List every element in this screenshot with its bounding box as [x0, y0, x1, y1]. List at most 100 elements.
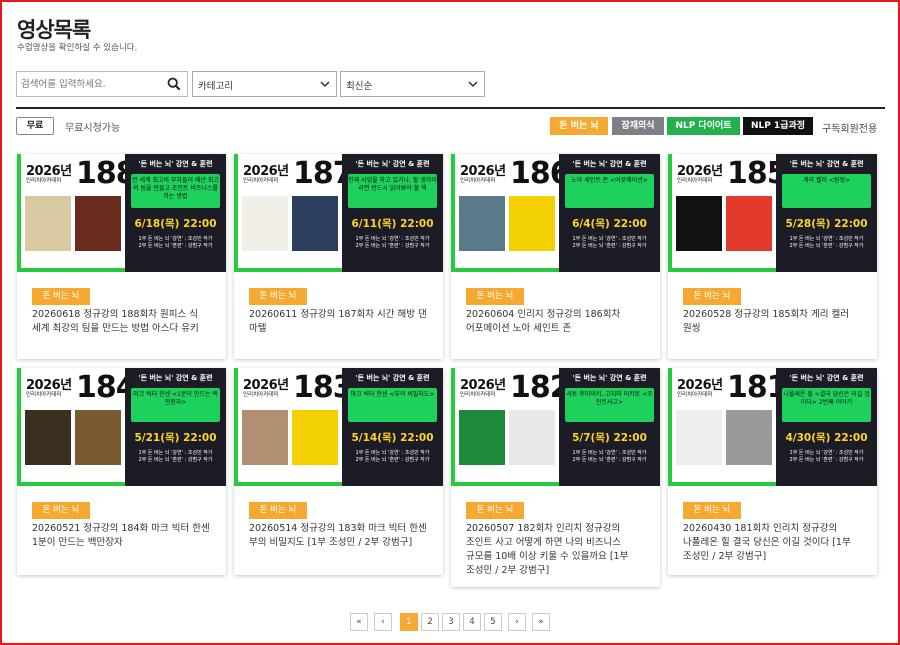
page-5-button[interactable]: 5 [484, 613, 502, 631]
divider [16, 107, 885, 109]
page-prev-button[interactable]: ‹ [374, 613, 392, 631]
video-title[interactable]: 20260604 인리지 정규강의 186회차 어포메이션 노아 세인트 존 [466, 308, 648, 336]
thumbnail-left-panel: 2026년 인리치아카데미 182 [451, 368, 571, 486]
thumbnail-academy: 인리치아카데미 [677, 392, 713, 398]
thumbnail-topic: 나폴레온 힐 <결국 당신은 이길 것이다> 2번째 이야기 [782, 388, 871, 422]
video-card[interactable]: 2026년 인리치아카데미 186 '돈 버는 뇌' 강연 & 훈련 노아 세인트 존 … [451, 154, 660, 359]
video-card[interactable]: 2026년 인리치아카데미 188 '돈 버는 뇌' 강연 & 훈련 전 세계 최고의 … [17, 154, 226, 359]
video-title[interactable]: 20260528 정규강의 185회차 게리 켈러 원씽 [683, 308, 865, 336]
thumbnail-topic: 마크 빅터 한센 <1분이 만드는 백만장자> [131, 388, 220, 422]
video-thumbnail[interactable]: 2026년 인리치아카데미 188 '돈 버는 뇌' 강연 & 훈련 전 세계 최고의 … [17, 154, 226, 272]
video-title[interactable]: 20260430 181회차 인리치 정규강의 나폴레온 힐 결국 당신은 이길… [683, 522, 865, 564]
author-photo [509, 410, 555, 465]
thumbnail-left-panel: 2026년 인리치아카데미 183 [234, 368, 354, 486]
video-title[interactable]: 20260521 정규강의 184화 마크 빅터 한센 1분이 만드는 백만장자 [32, 522, 214, 550]
subscriber-only-label: 구독회원전용 [822, 124, 878, 135]
thumbnail-left-panel: 2026년 인리치아카데미 187 [234, 154, 354, 272]
video-title[interactable]: 20260611 정규강의 187회차 시간 해방 댄 마텔 [249, 308, 431, 336]
thumbnail-left-panel: 2026년 인리치아카데미 181 [668, 368, 788, 486]
thumbnail-session-2: 2부 돈 버는 뇌 '훈련' : 강범구 작가 [138, 243, 213, 249]
thumbnail-session-1: 1부 돈 버는 뇌 '강연' : 조성민 작가 [789, 236, 864, 242]
thumbnail-heading: '돈 버는 뇌' 강연 & 훈련 [355, 374, 430, 382]
book-cover-image [25, 196, 71, 251]
thumbnail-session-1: 1부 돈 버는 뇌 '강연' : 조성민 작가 [355, 236, 430, 242]
video-card[interactable]: 2026년 인리치아카데미 187 '돈 버는 뇌' 강연 & 훈련 천재 사업을 하고… [234, 154, 443, 359]
page-2-button[interactable]: 2 [421, 613, 439, 631]
book-cover-image [242, 196, 288, 251]
video-thumbnail[interactable]: 2026년 인리치아카데미 183 '돈 버는 뇌' 강연 & 훈련마크 빅터 한센 … [234, 368, 443, 486]
video-thumbnail[interactable]: 2026년 인리치아카데미 184 '돈 버는 뇌' 강연 & 훈련마크 빅터 한센 … [17, 368, 226, 486]
thumbnail-topic: 마크 빅터 한센 <부의 비밀지도> [348, 388, 437, 422]
filter-tag-money-brain[interactable]: 돈 버는 뇌 [550, 117, 608, 135]
sort-select[interactable]: 최신순 [340, 71, 485, 97]
video-card[interactable]: 2026년 인리치아카데미 185 '돈 버는 뇌' 강연 & 훈련 게리 켈러 <원씽… [668, 154, 877, 359]
video-card[interactable]: 2026년 인리치아카데미 184 '돈 버는 뇌' 강연 & 훈련마크 빅터 한센 … [17, 368, 226, 575]
thumbnail-topic: 사토 후미아키, 고지마 미키토 <조인트사고> [565, 388, 654, 422]
video-thumbnail[interactable]: 2026년 인리치아카데미 182 '돈 버는 뇌' 강연 & 훈련 사토 후미아키, … [451, 368, 660, 486]
video-card[interactable]: 2026년 인리치아카데미 182 '돈 버는 뇌' 강연 & 훈련 사토 후미아키, … [451, 368, 660, 587]
thumbnail-session-2: 2부 돈 버는 뇌 '훈련' : 강범구 작가 [572, 243, 647, 249]
video-card[interactable]: 2026년 인리치아카데미 181 '돈 버는 뇌' 강연 & 훈련 나폴레온 힐 <결… [668, 368, 877, 575]
thumbnail-session-1: 1부 돈 버는 뇌 '강연' : 조성민 작가 [789, 450, 864, 456]
category-select[interactable]: 카테고리 [192, 71, 337, 97]
thumbnail-right-panel: '돈 버는 뇌' 강연 & 훈련 나폴레온 힐 <결국 당신은 이길 것이다> 2… [776, 368, 877, 486]
thumbnail-date: 6/18(목) 22:00 [134, 218, 217, 230]
author-photo [292, 410, 338, 465]
thumbnail-topic: 게리 켈러 <원씽> [782, 174, 871, 208]
page-first-button[interactable]: « [350, 613, 368, 631]
filter-tag-nlp-level1[interactable]: NLP 1급과정 [743, 117, 813, 135]
thumbnail-session-2: 2부 돈 버는 뇌 '훈련' : 강범구 작가 [138, 457, 213, 463]
thumbnail-left-panel: 2026년 인리치아카데미 184 [17, 368, 137, 486]
video-thumbnail[interactable]: 2026년 인리치아카데미 187 '돈 버는 뇌' 강연 & 훈련 천재 사업을 하고… [234, 154, 443, 272]
thumbnail-right-panel: '돈 버는 뇌' 강연 & 훈련마크 빅터 한센 <1분이 만드는 백만장자> 5… [125, 368, 226, 486]
chevron-down-icon [320, 81, 330, 88]
thumbnail-topic: 노아 세인트 존 <어포메이션> [565, 174, 654, 208]
thumbnail-date: 5/7(목) 22:00 [572, 432, 647, 444]
page-3-button[interactable]: 3 [442, 613, 460, 631]
category-badge: 돈 버는 뇌 [249, 502, 307, 519]
video-thumbnail[interactable]: 2026년 인리치아카데미 186 '돈 버는 뇌' 강연 & 훈련 노아 세인트 존 … [451, 154, 660, 272]
thumbnail-topic: 전 세계 최고의 부자들이 매년 최고의 팀을 만들고 조인트 비즈니스를 하는… [131, 174, 220, 208]
video-title[interactable]: 20260514 정규강의 183화 마크 빅터 한센 부의 비밀지도 [1부 … [249, 522, 431, 550]
thumbnail-academy: 인리치아카데미 [243, 178, 279, 184]
video-thumbnail[interactable]: 2026년 인리치아카데미 185 '돈 버는 뇌' 강연 & 훈련 게리 켈러 <원씽… [668, 154, 877, 272]
category-badge: 돈 버는 뇌 [683, 502, 741, 519]
category-badge: 돈 버는 뇌 [32, 288, 90, 305]
video-title[interactable]: 20260618 정규강의 188회차 원피스 식 세계 최강의 팀을 만드는 … [32, 308, 214, 336]
search-icon[interactable] [167, 77, 181, 91]
thumbnail-date: 5/21(목) 22:00 [134, 432, 217, 444]
page-4-button[interactable]: 4 [463, 613, 481, 631]
filter-tag-nlp-diet[interactable]: NLP 다이어트 [667, 117, 740, 135]
page-last-button[interactable]: » [532, 613, 550, 631]
book-cover-image [676, 196, 722, 251]
thumbnail-left-panel: 2026년 인리치아카데미 188 [17, 154, 137, 272]
free-filter-button[interactable]: 무료 [16, 117, 54, 135]
book-cover-image [676, 410, 722, 465]
thumbnail-date: 6/4(목) 22:00 [572, 218, 647, 230]
book-cover-image [242, 410, 288, 465]
video-title[interactable]: 20260507 182회차 인리치 정규강의 조인트 사고 어떻게 하면 나의… [466, 522, 648, 578]
thumbnail-academy: 인리치아카데미 [677, 178, 713, 184]
author-photo [726, 196, 772, 251]
thumbnail-session-2: 2부 돈 버는 뇌 '훈련' : 강범구 작가 [789, 243, 864, 249]
free-filter-label: 무료시청가능 [65, 123, 121, 134]
thumbnail-academy: 인리치아카데미 [26, 392, 62, 398]
video-card[interactable]: 2026년 인리치아카데미 183 '돈 버는 뇌' 강연 & 훈련마크 빅터 한센 … [234, 368, 443, 575]
book-cover-image [25, 410, 71, 465]
page-1-button[interactable]: 1 [400, 613, 418, 631]
thumbnail-right-panel: '돈 버는 뇌' 강연 & 훈련마크 빅터 한센 <부의 비밀지도> 5/14(목… [342, 368, 443, 486]
thumbnail-left-panel: 2026년 인리치아카데미 186 [451, 154, 571, 272]
category-badge: 돈 버는 뇌 [32, 502, 90, 519]
author-photo [509, 196, 555, 251]
thumbnail-date: 4/30(목) 22:00 [785, 432, 868, 444]
page-title: 영상목록 [17, 18, 91, 42]
search-input[interactable] [17, 72, 167, 97]
video-thumbnail[interactable]: 2026년 인리치아카데미 181 '돈 버는 뇌' 강연 & 훈련 나폴레온 힐 <결… [668, 368, 877, 486]
thumbnail-right-panel: '돈 버는 뇌' 강연 & 훈련 게리 켈러 <원씽> 5/28(목) 22:00 1… [776, 154, 877, 272]
thumbnail-date: 5/14(목) 22:00 [351, 432, 434, 444]
page-next-button[interactable]: › [508, 613, 526, 631]
thumbnail-academy: 인리치아카데미 [26, 178, 62, 184]
thumbnail-heading: '돈 버는 뇌' 강연 & 훈련 [138, 374, 213, 382]
thumbnail-session-1: 1부 돈 버는 뇌 '강연' : 조성민 작가 [138, 450, 213, 456]
filter-tag-subconscious[interactable]: 잠재의식 [612, 117, 664, 135]
